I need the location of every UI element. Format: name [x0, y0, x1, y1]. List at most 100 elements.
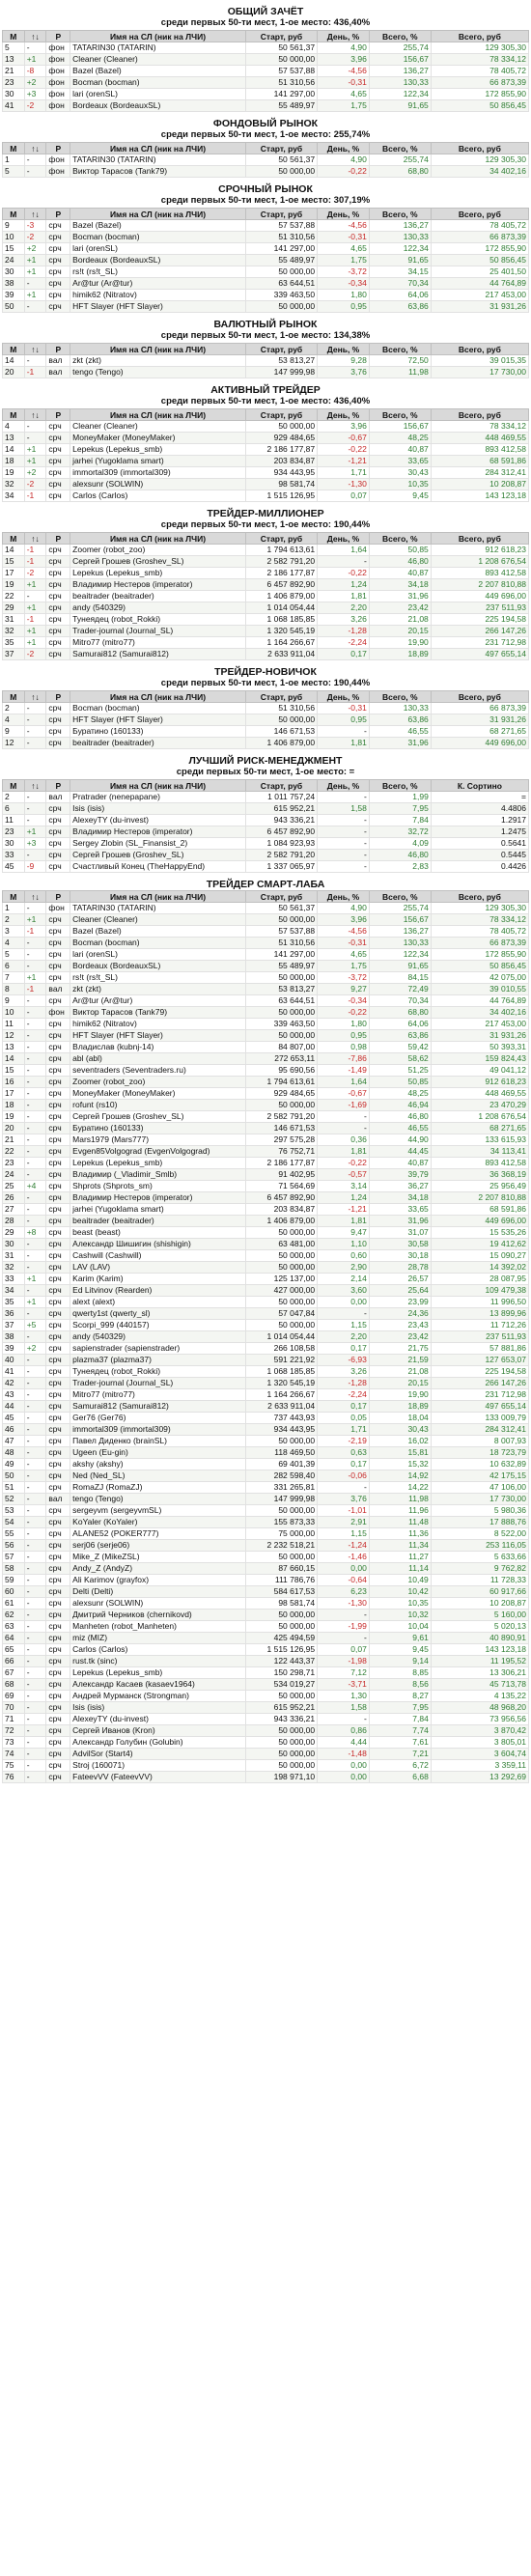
table-row[interactable]: 29 +8 срч beast (beast) 50 000,00 9,47 31,07 15… — [2, 1226, 530, 1239]
table-row[interactable]: 23- срч Lepekus (Lepekus_smb) 2 186 177,87-… — [2, 1157, 530, 1169]
table-row[interactable]: 38- срч andy (540329) 1 014 054,44 2,20 23,42… — [2, 1330, 530, 1343]
table-row[interactable]: 19- срч Сергей Грошев (Groshev_SL) 2 582 79… — [2, 1110, 530, 1123]
trader-name-cell[interactable]: alexsunr (SOLWIN) — [70, 478, 246, 490]
table-row[interactable]: 35 +1 срч alext (alext) 50 000,00 0,00 23,99 11… — [2, 1296, 530, 1308]
trader-name-cell[interactable]: Bocman (bocman) — [70, 702, 246, 714]
column-header[interactable]: Всего, % — [368, 142, 432, 154]
column-header[interactable]: М — [2, 779, 25, 792]
table-row[interactable]: 49- срч akshy (akshy) 69 401,39 0,17 15,32 10 … — [2, 1458, 530, 1470]
trader-name-cell[interactable]: AdvilSor (Start4) — [70, 1748, 246, 1760]
trader-name-cell[interactable]: Trader-journal (Journal_SL) — [70, 1377, 246, 1389]
trader-name-cell[interactable]: immortal309 (immortal309) — [70, 1423, 246, 1436]
trader-name-cell[interactable]: Bordeaux (BordeauxSL) — [70, 99, 246, 112]
column-header[interactable]: ↑↓ — [23, 779, 47, 792]
trader-name-cell[interactable]: TATARIN30 (TATARIN) — [70, 902, 246, 914]
table-row[interactable]: 17 -2 срч Lepekus (Lepekus_smb) 2 186 177,87… — [2, 567, 530, 579]
table-row[interactable]: 34 -1 срч Carlos (Carlos) 1 515 126,95 0,07 9,… — [2, 490, 530, 502]
table-row[interactable]: 7 +1 срч rs!t (rs!t_SL) 50 000,00 -3,72 84,15 4… — [2, 971, 530, 984]
table-row[interactable]: 45- срч Ger76 (Ger76) 737 443,93 0,05 18,04 13… — [2, 1412, 530, 1424]
column-header[interactable]: М — [2, 890, 25, 903]
trader-name-cell[interactable]: Lepekus (Lepekus_smb) — [70, 1666, 246, 1679]
trader-name-cell[interactable]: abl (abl) — [70, 1052, 246, 1065]
table-row[interactable]: 53- срч sergeyvm (sergeyvmSL) 50 000,00 -1,0… — [2, 1504, 530, 1517]
table-row[interactable]: 2- срч Bocman (bocman) 51 310,56 -0,31 130,33… — [2, 702, 530, 714]
table-row[interactable]: 1- фон TATARIN30 (TATARIN) 50 561,37 4,90 255… — [2, 154, 530, 166]
table-row[interactable]: 11- срч AlexeyTY (du-invest) 943 336,21-7,8… — [2, 814, 530, 826]
column-header[interactable]: Старт, руб — [244, 532, 319, 545]
table-row[interactable]: 14- вал zkt (zkt) 53 813,27 9,28 72,50 39 015,… — [2, 354, 530, 367]
table-row[interactable]: 64- срч miz (MIZ) 425 494,59-9,61 40 890,91 — [2, 1632, 530, 1644]
table-row[interactable]: 50- срч Ned (Ned_SL) 282 598,40 -0,06 14,92 42… — [2, 1470, 530, 1482]
table-row[interactable]: 30 +3 срч Sergey Zlobin (SL_Finansist_2) 1 0… — [2, 837, 530, 850]
column-header[interactable]: ↑↓ — [23, 208, 47, 220]
table-row[interactable]: 9- срч Ar@tur (Ar@tur) 63 644,51 -0,34 70,34 4… — [2, 994, 530, 1007]
column-header[interactable]: День, % — [317, 532, 370, 545]
trader-name-cell[interactable]: TATARIN30 (TATARIN) — [70, 154, 246, 166]
table-row[interactable]: 41- срч Тунеядец (robot_Rokki) 1 068 185,85… — [2, 1365, 530, 1378]
column-header[interactable]: Имя на СЛ (ник на ЛЧИ) — [70, 343, 246, 355]
trader-name-cell[interactable]: Ned (Ned_SL) — [70, 1470, 246, 1482]
trader-name-cell[interactable]: Pratrader (nenepapane) — [70, 791, 246, 803]
table-row[interactable]: 73- срч Александр Голубин (Golubin) 50 000,… — [2, 1736, 530, 1749]
column-header[interactable]: Р — [45, 408, 71, 421]
trader-name-cell[interactable]: miz (MIZ) — [70, 1632, 246, 1644]
table-row[interactable]: 32- срч LAV (LAV) 50 000,00 2,90 28,78 14 392,… — [2, 1261, 530, 1274]
column-header[interactable]: День, % — [317, 343, 370, 355]
column-header[interactable]: Всего, руб — [430, 690, 530, 703]
column-header[interactable]: Имя на СЛ (ник на ЛЧИ) — [70, 208, 246, 220]
table-row[interactable]: 2 +1 срч Cleaner (Cleaner) 50 000,00 3,96 156,… — [2, 913, 530, 926]
table-row[interactable]: 59- срч Ali Karimov (grayfox) 111 786,76 -0,… — [2, 1574, 530, 1586]
trader-name-cell[interactable]: LAV (LAV) — [70, 1261, 246, 1274]
table-row[interactable]: 22- срч beaitrader (beaitrader) 1 406 879,0… — [2, 590, 530, 602]
table-row[interactable]: 4- срч Bocman (bocman) 51 310,56 -0,31 130,33… — [2, 937, 530, 949]
trader-name-cell[interactable]: lari (orenSL) — [70, 242, 246, 255]
table-row[interactable]: 14 +1 срч Lepekus (Lepekus_smb) 2 186 177,87… — [2, 443, 530, 456]
trader-name-cell[interactable]: Александр Касаев (kasaev1964) — [70, 1678, 246, 1691]
trader-name-cell[interactable]: Тунеядец (robot_Rokki) — [70, 613, 246, 626]
table-row[interactable]: 9 -3 срч Bazel (Bazel) 57 537,88 -4,56 136,27 7… — [2, 219, 530, 232]
trader-name-cell[interactable]: Bazel (Bazel) — [70, 925, 246, 938]
table-row[interactable]: 60- срч Delti (Delti) 584 617,53 6,23 10,42 60… — [2, 1585, 530, 1598]
trader-name-cell[interactable]: FateevVV (FateevVV) — [70, 1771, 246, 1783]
table-row[interactable]: 20- срч Буратино (160133) 146 671,53-46,55 6… — [2, 1122, 530, 1134]
trader-name-cell[interactable]: Zoomer (robot_zoo) — [70, 1076, 246, 1088]
trader-name-cell[interactable]: Владимир Нестеров (imperator) — [70, 826, 246, 838]
table-row[interactable]: 70- срч Isis (isis) 615 952,21 1,58 7,95 48 96… — [2, 1701, 530, 1714]
table-row[interactable]: 75- срч Stroj (160071) 50 000,00 0,00 6,72 3 3… — [2, 1759, 530, 1772]
trader-name-cell[interactable]: rust.tk (sinc) — [70, 1655, 246, 1667]
trader-name-cell[interactable]: alexsunr (SOLWIN) — [70, 1597, 246, 1610]
column-header[interactable]: Всего, % — [368, 690, 432, 703]
trader-name-cell[interactable]: Александр Шишигин (shishigin) — [70, 1238, 246, 1250]
trader-name-cell[interactable]: Александр Голубин (Golubin) — [70, 1736, 246, 1749]
trader-name-cell[interactable]: himik62 (Nitratov) — [70, 289, 246, 301]
column-header[interactable]: Р — [45, 779, 71, 792]
column-header[interactable]: Старт, руб — [244, 690, 319, 703]
trader-name-cell[interactable]: Буратино (160133) — [70, 1122, 246, 1134]
trader-name-cell[interactable]: HFT Slayer (HFT Slayer) — [70, 300, 246, 313]
trader-name-cell[interactable]: beaitrader (beaitrader) — [70, 737, 246, 749]
column-header[interactable]: Имя на СЛ (ник на ЛЧИ) — [70, 532, 246, 545]
trader-name-cell[interactable]: andy (540329) — [70, 602, 246, 614]
table-row[interactable]: 8 -1 вал zkt (zkt) 53 813,27 9,27 72,49 39 010,… — [2, 983, 530, 995]
trader-name-cell[interactable]: rofunt (rs10) — [70, 1099, 246, 1111]
table-row[interactable]: 47- срч Павел Диденко (brainSL) 50 000,00 -2… — [2, 1435, 530, 1447]
trader-name-cell[interactable]: Cleaner (Cleaner) — [70, 420, 246, 433]
trader-name-cell[interactable]: plazma37 (plazma37) — [70, 1354, 246, 1366]
table-row[interactable]: 37 +5 срч Scorpi_999 (440157) 50 000,00 1,15 2… — [2, 1319, 530, 1331]
trader-name-cell[interactable]: Scorpi_999 (440157) — [70, 1319, 246, 1331]
trader-name-cell[interactable]: MoneyMaker (MoneyMaker) — [70, 1087, 246, 1100]
column-header[interactable]: ↑↓ — [23, 30, 47, 42]
table-row[interactable]: 50- срч HFT Slayer (HFT Slayer) 50 000,00 0,… — [2, 300, 530, 313]
column-header[interactable]: Старт, руб — [244, 142, 319, 154]
column-header[interactable]: День, % — [317, 890, 370, 903]
trader-name-cell[interactable]: Isis (isis) — [70, 1701, 246, 1714]
column-header[interactable]: Всего, % — [368, 343, 432, 355]
table-row[interactable]: 15- срч seventraders (Seventraders.ru) 95 6… — [2, 1064, 530, 1077]
table-row[interactable]: 30- срч Александр Шишигин (shishigin) 63 48… — [2, 1238, 530, 1250]
trader-name-cell[interactable]: KoYaler (KoYaler) — [70, 1516, 246, 1528]
column-header[interactable]: День, % — [317, 779, 370, 792]
trader-name-cell[interactable]: Павел Диденко (brainSL) — [70, 1435, 246, 1447]
table-row[interactable]: 66- срч rust.tk (sinc) 122 443,37 -1,98 9,14 1… — [2, 1655, 530, 1667]
trader-name-cell[interactable]: Сергей Грошев (Groshev_SL) — [70, 555, 246, 568]
trader-name-cell[interactable]: akshy (akshy) — [70, 1458, 246, 1470]
